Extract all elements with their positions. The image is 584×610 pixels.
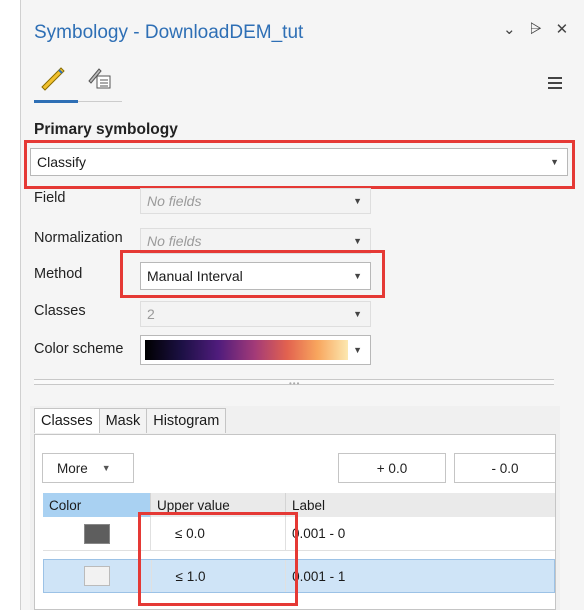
table-row[interactable]: ≤ 1.0 0.001 - 1 xyxy=(43,559,555,593)
decrement-button[interactable]: - 0.0 xyxy=(454,453,556,483)
tab-histogram[interactable]: Histogram xyxy=(146,408,227,433)
section-title: Primary symbology xyxy=(34,121,178,138)
field-dropdown[interactable]: No fields ▼ xyxy=(140,188,371,214)
more-button[interactable]: More ▼ xyxy=(42,453,134,483)
classes-table-header: Color Upper value Label xyxy=(43,493,555,517)
primary-symbology-dropdown[interactable]: Classify ▼ xyxy=(30,148,568,176)
upper-value-cell[interactable]: ≤ 0.0 xyxy=(151,517,286,550)
tab-divider xyxy=(78,101,122,102)
close-icon[interactable]: ✕ xyxy=(556,20,569,38)
chevron-down-icon: ▼ xyxy=(353,309,362,319)
color-ramp xyxy=(145,340,348,360)
method-label: Method xyxy=(34,266,83,282)
label-cell[interactable]: 0.001 - 1 xyxy=(286,560,554,592)
tab-mask[interactable]: Mask xyxy=(98,408,148,433)
classes-dropdown[interactable]: 2 ▼ xyxy=(140,301,371,327)
color-swatch[interactable] xyxy=(83,523,110,544)
normalization-dropdown[interactable]: No fields ▼ xyxy=(140,228,371,254)
field-value: No fields xyxy=(147,193,202,209)
method-value: Manual Interval xyxy=(147,268,243,284)
normalization-value: No fields xyxy=(147,233,202,249)
more-label: More xyxy=(57,460,88,476)
color-scheme-label: Color scheme xyxy=(34,341,124,357)
color-swatch[interactable] xyxy=(84,566,111,586)
label-cell[interactable]: 0.001 - 0 xyxy=(286,517,555,550)
color-cell[interactable] xyxy=(43,517,151,550)
subpanel-tabs: Classes Mask Histogram xyxy=(34,408,227,433)
chevron-down-icon: ▼ xyxy=(550,157,559,167)
grip-icon: ••• xyxy=(289,379,301,388)
chevron-down-icon: ▼ xyxy=(353,271,362,281)
pin-icon[interactable]: ⩥ xyxy=(530,20,542,38)
vary-symbology-tab[interactable] xyxy=(84,62,114,92)
pane-title: Symbology - DownloadDEM_tut xyxy=(34,22,304,43)
paintbrush-icon xyxy=(41,67,65,91)
normalization-label: Normalization xyxy=(34,230,123,246)
color-scheme-dropdown[interactable]: ▼ xyxy=(140,335,371,365)
menu-icon[interactable] xyxy=(548,74,562,92)
window-controls: ⌄ ⩥ ✕ xyxy=(503,20,568,38)
color-cell[interactable] xyxy=(44,560,152,592)
upper-value-column-header[interactable]: Upper value xyxy=(151,493,286,517)
chevron-down-icon: ▼ xyxy=(353,236,362,246)
field-label: Field xyxy=(34,190,66,206)
chevron-down-icon: ▼ xyxy=(353,196,362,206)
color-column-header[interactable]: Color xyxy=(43,493,151,517)
table-row[interactable]: ≤ 0.0 0.001 - 0 xyxy=(43,517,555,551)
label-column-header[interactable]: Label xyxy=(286,493,555,517)
primary-symbology-value: Classify xyxy=(37,154,87,170)
chevron-down-icon[interactable]: ⌄ xyxy=(503,20,516,38)
chevron-down-icon: ▼ xyxy=(353,345,362,355)
primary-symbology-tab[interactable] xyxy=(38,62,68,92)
classes-value: 2 xyxy=(147,306,155,322)
active-tab-indicator xyxy=(34,100,78,103)
method-dropdown[interactable]: Manual Interval ▼ xyxy=(140,262,371,290)
upper-value-cell[interactable]: ≤ 1.0 xyxy=(152,560,287,592)
brush-list-icon xyxy=(88,68,111,89)
chevron-down-icon: ▼ xyxy=(101,463,111,473)
classes-label: Classes xyxy=(34,303,86,319)
tab-classes[interactable]: Classes xyxy=(34,408,100,433)
increment-button[interactable]: + 0.0 xyxy=(338,453,446,483)
